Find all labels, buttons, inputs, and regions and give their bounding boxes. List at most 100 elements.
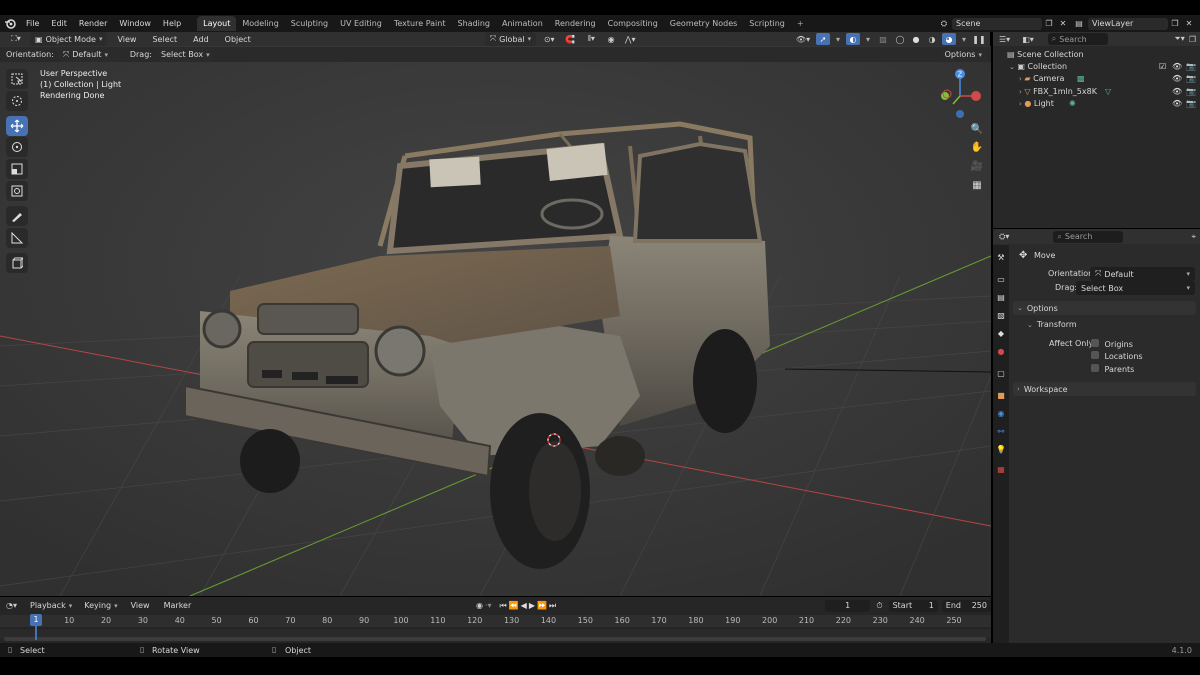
output-tab-icon[interactable]: ▤ bbox=[995, 291, 1007, 303]
menu-edit[interactable]: Edit bbox=[45, 15, 73, 32]
perspective-grid-icon[interactable]: ▦ bbox=[970, 178, 984, 192]
transform-orientation-dropdown[interactable]: ⤧ Global ▾ bbox=[484, 32, 537, 46]
affect-parents-checkbox[interactable]: Parents bbox=[1091, 364, 1134, 374]
play-reverse-icon[interactable]: ◀ bbox=[521, 601, 527, 610]
shading-solid-icon[interactable]: ● bbox=[910, 35, 922, 44]
gizmo-toggle-icon[interactable]: ➚ bbox=[816, 33, 830, 45]
play-icon[interactable]: ▶ bbox=[529, 601, 535, 610]
visibility-eye-icon[interactable]: 👁 bbox=[1172, 74, 1182, 83]
menu-render[interactable]: Render bbox=[73, 15, 113, 32]
viewport-menu-add[interactable]: Add bbox=[187, 32, 215, 46]
keying-menu[interactable]: Keying ▾ bbox=[79, 599, 122, 613]
tab-texture-paint[interactable]: Texture Paint bbox=[388, 16, 452, 31]
timeline-marker-menu[interactable]: Marker bbox=[158, 599, 198, 612]
jump-end-icon[interactable]: ⏭ bbox=[549, 601, 556, 611]
editor-type-icon[interactable]: ⛶▾ bbox=[6, 34, 26, 44]
expand-chevron-icon[interactable]: › bbox=[1019, 88, 1022, 96]
tab-compositing[interactable]: Compositing bbox=[602, 16, 664, 31]
rotate-tool[interactable] bbox=[6, 137, 28, 157]
scene-tab-icon[interactable]: ◆ bbox=[995, 327, 1007, 339]
pin-icon[interactable]: ⌖ bbox=[1191, 232, 1196, 242]
zoom-icon[interactable]: 🔍 bbox=[970, 122, 984, 136]
jump-start-icon[interactable]: ⏮ bbox=[500, 601, 507, 611]
include-checkbox[interactable]: ☑ bbox=[1159, 62, 1166, 71]
scene-field[interactable]: Scene bbox=[952, 17, 1042, 30]
collection-row[interactable]: ⌄ ▣ Collection ☑ 👁 📷 bbox=[1009, 62, 1197, 71]
tab-sculpting[interactable]: Sculpting bbox=[285, 16, 334, 31]
overlay-toggle-icon[interactable]: ◐ bbox=[846, 33, 860, 45]
shading-wireframe-icon[interactable]: ◯ bbox=[894, 35, 906, 44]
transform-panel-header[interactable]: ⌄ Transform bbox=[1023, 318, 1196, 331]
pivot-point-icon[interactable]: ⊙▾ bbox=[540, 35, 558, 44]
outliner-item-mesh[interactable]: › ▽ FBX_1mln_5x8K ▽ 👁 📷 bbox=[1019, 87, 1197, 96]
navigation-gizmo[interactable]: Z bbox=[935, 66, 985, 122]
expand-chevron-icon[interactable]: › bbox=[1019, 100, 1022, 108]
properties-editor-icon[interactable]: ⛭▾ bbox=[999, 232, 1009, 242]
properties-search-input[interactable]: ⌕ Search bbox=[1053, 230, 1124, 243]
visibility-eye-icon[interactable]: 👁 bbox=[1172, 99, 1182, 108]
current-frame-field[interactable]: 1 bbox=[825, 599, 871, 612]
snap-icon[interactable]: 🧲 bbox=[562, 35, 578, 44]
move-tool[interactable] bbox=[6, 116, 28, 136]
jump-keyframe-forward-icon[interactable]: ⏩ bbox=[537, 601, 547, 610]
affect-locations-checkbox[interactable]: Locations bbox=[1091, 351, 1143, 361]
render-camera-icon[interactable]: 📷 bbox=[1186, 99, 1196, 108]
render-camera-icon[interactable]: 📷 bbox=[1186, 74, 1196, 83]
new-scene-icon[interactable]: ❐ bbox=[1042, 19, 1056, 28]
playback-menu[interactable]: Playback ▾ bbox=[25, 599, 77, 613]
options-panel-header[interactable]: ⌄ Options bbox=[1013, 301, 1196, 315]
world-tab-icon[interactable]: ● bbox=[995, 345, 1007, 357]
delete-view-layer-icon[interactable]: ✕ bbox=[1182, 19, 1196, 28]
timeline-ruler[interactable]: 10 20 30 40 50 60 70 80 90 100 110 120 130 140 150 160 1… bbox=[0, 615, 991, 627]
tab-modeling[interactable]: Modeling bbox=[236, 16, 284, 31]
mode-dropdown[interactable]: ▣ Object Mode ▾ bbox=[30, 32, 108, 46]
orientation-dropdown[interactable]: ⤧ Default ▾ bbox=[57, 47, 120, 62]
visibility-eye-icon[interactable]: 👁 bbox=[1172, 62, 1182, 71]
xray-icon[interactable]: ▨ bbox=[876, 35, 890, 44]
menu-file[interactable]: File bbox=[20, 15, 45, 32]
tab-animation[interactable]: Animation bbox=[496, 16, 549, 31]
shading-rendered-icon[interactable]: ◕ bbox=[942, 33, 956, 45]
outliner-item-light[interactable]: › ● Light ✺ 👁 📷 bbox=[1019, 99, 1197, 108]
end-frame-field[interactable]: End 250 bbox=[941, 599, 991, 612]
collection-tab-icon[interactable]: ▢ bbox=[995, 367, 1007, 379]
viewport-menu-select[interactable]: Select bbox=[146, 32, 183, 46]
workspace-panel-header[interactable]: › Workspace bbox=[1013, 382, 1196, 396]
transform-tool[interactable] bbox=[6, 181, 28, 201]
overlay-dropdown-icon[interactable]: ▾ bbox=[864, 35, 872, 44]
jump-keyframe-back-icon[interactable]: ⏪ bbox=[509, 601, 519, 610]
auto-keying-icon[interactable]: ◉ bbox=[476, 601, 483, 610]
tab-uv-editing[interactable]: UV Editing bbox=[334, 16, 388, 31]
display-mode-icon[interactable]: ◧▾ bbox=[1022, 35, 1034, 44]
playhead[interactable]: 1 bbox=[30, 614, 42, 626]
texture-tab-icon[interactable]: ▦ bbox=[995, 463, 1007, 475]
tab-rendering[interactable]: Rendering bbox=[549, 16, 602, 31]
delete-scene-icon[interactable]: ✕ bbox=[1056, 19, 1070, 28]
view-layer-tab-icon[interactable]: ▧ bbox=[995, 309, 1007, 321]
view-layer-field[interactable]: ViewLayer bbox=[1088, 17, 1168, 30]
tab-geometry-nodes[interactable]: Geometry Nodes bbox=[664, 16, 743, 31]
3d-viewport[interactable]: Orientation: ⤧ Default ▾ Drag: Select Bo… bbox=[0, 46, 991, 596]
proportional-edit-icon[interactable]: ◉ bbox=[604, 35, 618, 44]
timeline-scrollbar[interactable] bbox=[4, 637, 986, 641]
annotate-tool[interactable] bbox=[6, 206, 28, 226]
shading-material-icon[interactable]: ◑ bbox=[926, 35, 938, 44]
new-collection-icon[interactable]: ❐ bbox=[1189, 35, 1196, 44]
add-cube-tool[interactable] bbox=[6, 253, 28, 273]
properties-orientation-dropdown[interactable]: ⤧ Default ▾ bbox=[1090, 267, 1195, 281]
drag-dropdown[interactable]: Select Box ▾ bbox=[155, 47, 215, 62]
proportional-falloff-icon[interactable]: ⋀▾ bbox=[622, 35, 638, 44]
render-camera-icon[interactable]: 📷 bbox=[1186, 87, 1196, 96]
visibility-eye-icon[interactable]: 👁 bbox=[1172, 87, 1182, 96]
expand-chevron-icon[interactable]: ⌄ bbox=[1009, 63, 1015, 71]
options-dropdown[interactable]: Options ▾ bbox=[939, 47, 987, 62]
tool-tab-icon[interactable]: ⚒ bbox=[995, 251, 1007, 263]
object-tab-icon[interactable]: ■ bbox=[995, 389, 1007, 401]
expand-chevron-icon[interactable]: › bbox=[1019, 75, 1022, 83]
measure-tool[interactable] bbox=[6, 228, 28, 248]
affect-origins-checkbox[interactable]: Origins bbox=[1091, 339, 1133, 349]
scale-tool[interactable] bbox=[6, 159, 28, 179]
scene-icon[interactable]: ⛭ bbox=[936, 19, 952, 29]
properties-drag-dropdown[interactable]: Select Box ▾ bbox=[1076, 281, 1195, 295]
render-camera-icon[interactable]: 📷 bbox=[1186, 62, 1196, 71]
